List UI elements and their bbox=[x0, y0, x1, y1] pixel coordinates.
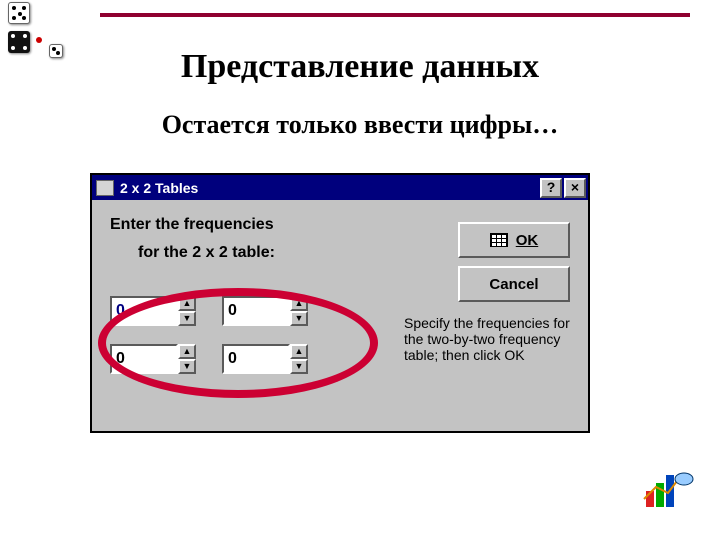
ok-button[interactable]: OK bbox=[458, 222, 570, 258]
freq-input-r1c1[interactable] bbox=[110, 296, 178, 326]
spin-down-r1c1[interactable]: ▼ bbox=[178, 311, 196, 326]
close-button[interactable]: × bbox=[564, 178, 586, 198]
spin-down-r2c1[interactable]: ▼ bbox=[178, 359, 196, 374]
hint-text: Specify the frequencies for the two-by-t… bbox=[404, 315, 574, 363]
cancel-label: Cancel bbox=[489, 276, 538, 293]
page-title: Представление данных bbox=[0, 48, 720, 86]
freq-cell-r2c1: ▲ ▼ bbox=[110, 344, 196, 374]
header-rule bbox=[100, 13, 690, 17]
spin-up-r2c1[interactable]: ▲ bbox=[178, 344, 196, 359]
page-subtitle: Остается только ввести цифры… bbox=[0, 110, 720, 140]
freq-cell-r1c1: ▲ ▼ bbox=[110, 296, 196, 326]
help-button[interactable]: ? bbox=[540, 178, 562, 198]
graph-decoration bbox=[640, 469, 698, 518]
system-menu-icon[interactable] bbox=[96, 180, 114, 196]
spin-down-r1c2[interactable]: ▼ bbox=[290, 311, 308, 326]
dialog-title: 2 x 2 Tables bbox=[120, 180, 198, 196]
freq-input-r1c2[interactable] bbox=[222, 296, 290, 326]
freq-input-r2c1[interactable] bbox=[110, 344, 178, 374]
cancel-button[interactable]: Cancel bbox=[458, 266, 570, 302]
spin-up-r2c2[interactable]: ▲ bbox=[290, 344, 308, 359]
freq-cell-r2c2: ▲ ▼ bbox=[222, 344, 308, 374]
freq-input-r2c2[interactable] bbox=[222, 344, 290, 374]
tables-dialog: 2 x 2 Tables ? × Enter the frequencies f… bbox=[90, 173, 590, 433]
dialog-titlebar[interactable]: 2 x 2 Tables ? × bbox=[92, 175, 588, 200]
grid-icon bbox=[490, 233, 508, 247]
spin-up-r1c1[interactable]: ▲ bbox=[178, 296, 196, 311]
spin-down-r2c2[interactable]: ▼ bbox=[290, 359, 308, 374]
ok-label: OK bbox=[516, 232, 539, 249]
spin-up-r1c2[interactable]: ▲ bbox=[290, 296, 308, 311]
freq-cell-r1c2: ▲ ▼ bbox=[222, 296, 308, 326]
